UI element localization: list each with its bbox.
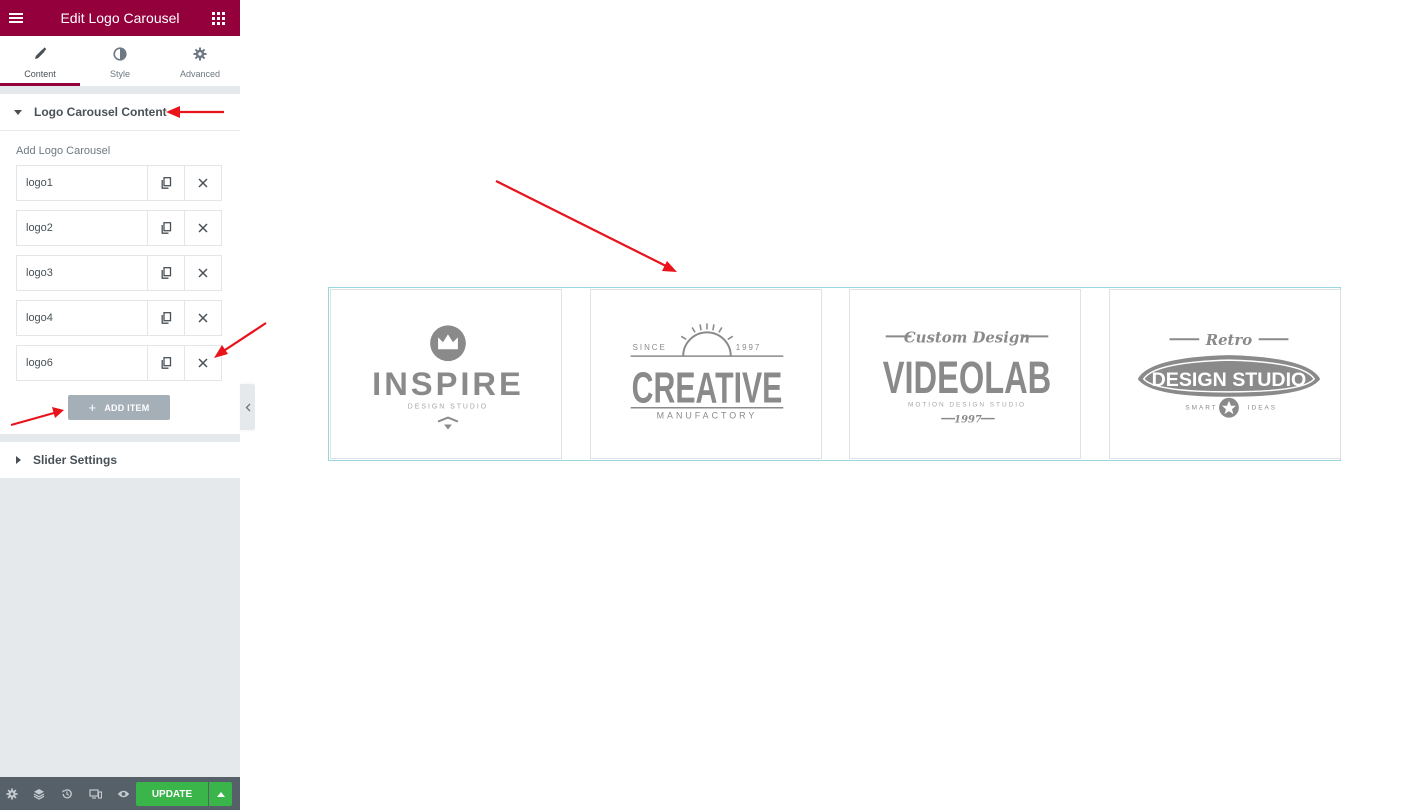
responsive-mode-button[interactable] — [84, 777, 106, 810]
layers-icon — [33, 788, 45, 800]
repeater-item-title[interactable]: logo1 — [17, 166, 147, 200]
panel-footer: UPDATE — [0, 777, 240, 810]
copy-icon — [161, 312, 171, 324]
navigator-button[interactable] — [28, 777, 50, 810]
history-icon — [62, 788, 72, 798]
close-icon — [198, 268, 208, 278]
tab-style[interactable]: Style — [80, 36, 160, 86]
repeater-item: logo4 — [16, 300, 222, 336]
logo-retro: Retro DESIGN STUDIO SMART IDEAS — [1137, 331, 1321, 418]
duplicate-button[interactable] — [147, 166, 184, 200]
plus-icon: + — [88, 400, 97, 415]
logo-creative: SINCE 1997 CREATIVE MANUFACTORY — [630, 323, 784, 421]
logo-slide: Retro DESIGN STUDIO SMART IDEAS — [1109, 289, 1341, 459]
tab-advanced[interactable]: Advanced — [160, 36, 240, 86]
panel-header: Edit Logo Carousel — [0, 0, 240, 36]
tab-content-label: Content — [24, 69, 56, 79]
history-button[interactable] — [56, 777, 78, 810]
slider-settings-section: Slider Settings — [0, 442, 240, 478]
remove-button[interactable] — [184, 346, 221, 380]
logo-carousel-widget[interactable]: INSPIRE DESIGN STUDIO SINCE 1997 CREATIV… — [328, 287, 1341, 461]
duplicate-button[interactable] — [147, 256, 184, 290]
logo-carousel-content-section: Logo Carousel Content Add Logo Carousel … — [0, 94, 240, 434]
logo-slide: SINCE 1997 CREATIVE MANUFACTORY — [590, 289, 822, 459]
repeater-item-title[interactable]: logo3 — [17, 256, 147, 290]
remove-button[interactable] — [184, 256, 221, 290]
logo-creative-title: CREATIVE — [632, 365, 783, 413]
settings-button[interactable] — [1, 777, 23, 810]
devices-icon — [88, 788, 102, 799]
duplicate-button[interactable] — [147, 211, 184, 245]
collapse-panel-button[interactable] — [240, 384, 255, 430]
add-item-button[interactable]: + ADD ITEM — [68, 395, 170, 420]
update-button[interactable]: UPDATE — [136, 782, 208, 806]
section-title: Logo Carousel Content — [34, 105, 167, 119]
grid-icon — [211, 11, 225, 25]
section-toggle-slider-settings[interactable]: Slider Settings — [0, 442, 240, 478]
logo-videolab: Custom Design VIDEOLAB MOTION DESIGN STU… — [883, 328, 1052, 426]
pencil-icon — [33, 46, 47, 62]
panel-tabs: Content Style Advanced — [0, 36, 240, 86]
logo-repeater: logo1 logo2 logo3 logo4 logo6 — [16, 165, 222, 390]
repeater-item: logo1 — [16, 165, 222, 201]
repeater-item-title[interactable]: logo6 — [17, 346, 147, 380]
duplicate-button[interactable] — [147, 346, 184, 380]
section-toggle-logo-carousel-content[interactable]: Logo Carousel Content — [0, 94, 240, 131]
preview-button[interactable] — [112, 777, 134, 810]
logo-inspire-title: INSPIRE — [372, 365, 524, 402]
section-title: Slider Settings — [33, 453, 118, 467]
repeater-item: logo6 — [16, 345, 222, 381]
logo-retro-title: DESIGN STUDIO — [1152, 369, 1307, 391]
close-icon — [198, 178, 208, 188]
tab-style-label: Style — [109, 69, 130, 79]
logo-retro-tagline: Retro — [1205, 331, 1252, 349]
close-icon — [198, 313, 208, 323]
copy-icon — [161, 177, 171, 189]
logo-inspire: INSPIRE DESIGN STUDIO — [372, 325, 524, 430]
copy-icon — [161, 222, 171, 234]
logo-videolab-year: 1997 — [954, 415, 982, 426]
widgets-grid-button[interactable] — [204, 0, 232, 36]
duplicate-button[interactable] — [147, 301, 184, 335]
panel-separator — [0, 86, 240, 94]
gear-icon — [193, 46, 207, 62]
copy-icon — [161, 267, 171, 279]
eye-icon — [117, 790, 129, 797]
repeater-label: Add Logo Carousel — [16, 145, 111, 157]
repeater-item: logo2 — [16, 210, 222, 246]
repeater-item-title[interactable]: logo4 — [17, 301, 147, 335]
logo-slide: Custom Design VIDEOLAB MOTION DESIGN STU… — [849, 289, 1081, 459]
logo-creative-year: 1997 — [736, 343, 762, 352]
caret-up-icon — [216, 791, 225, 797]
close-icon — [198, 358, 208, 368]
chevron-left-icon — [245, 403, 250, 411]
logo-videolab-subtitle: MOTION DESIGN STUDIO — [908, 402, 1026, 409]
logo-slide: INSPIRE DESIGN STUDIO — [330, 289, 562, 459]
gear-icon — [6, 787, 18, 800]
remove-button[interactable] — [184, 211, 221, 245]
add-item-label: ADD ITEM — [104, 402, 150, 413]
logo-inspire-subtitle: DESIGN STUDIO — [408, 404, 488, 411]
remove-button[interactable] — [184, 301, 221, 335]
repeater-item-title[interactable]: logo2 — [17, 211, 147, 245]
logo-creative-since: SINCE — [633, 343, 667, 352]
logo-videolab-tagline: Custom Design — [904, 328, 1030, 346]
caret-right-icon — [16, 456, 21, 464]
copy-icon — [161, 357, 171, 369]
logo-videolab-title: VIDEOLAB — [883, 352, 1052, 403]
tab-content[interactable]: Content — [0, 36, 80, 86]
half-circle-icon — [113, 46, 127, 62]
editor-panel: Edit Logo Carousel Content Style Advance… — [0, 0, 240, 810]
caret-down-icon — [14, 109, 22, 115]
tab-advanced-label: Advanced — [179, 69, 221, 79]
logo-creative-subtitle: MANUFACTORY — [657, 411, 758, 421]
close-icon — [198, 223, 208, 233]
logo-retro-left: SMART — [1185, 405, 1217, 412]
repeater-item: logo3 — [16, 255, 222, 291]
logo-retro-right: IDEAS — [1248, 405, 1277, 412]
remove-button[interactable] — [184, 166, 221, 200]
save-options-button[interactable] — [209, 782, 232, 806]
